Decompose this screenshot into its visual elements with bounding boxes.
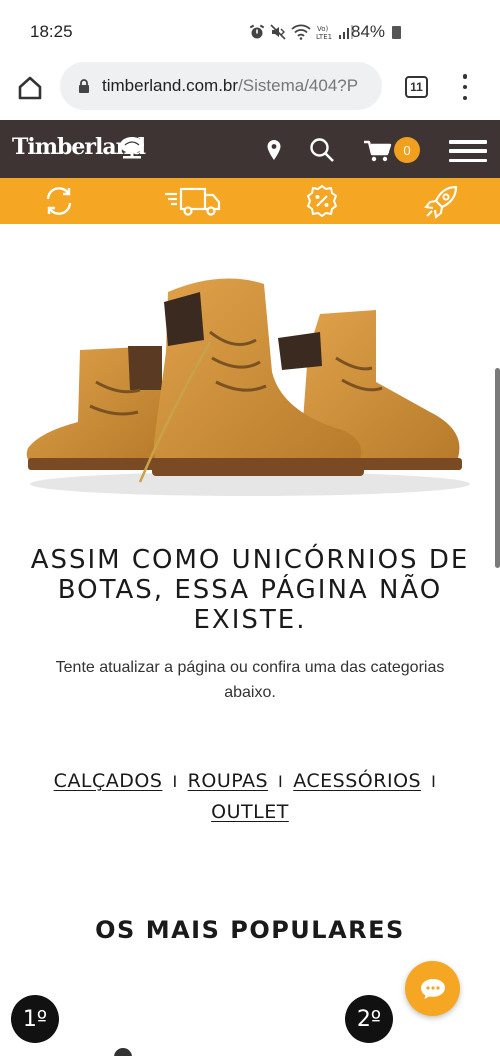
category-separator: I [172, 772, 178, 791]
benefits-bar [0, 178, 500, 224]
category-link-roupas[interactable]: ROUPAS [188, 770, 268, 792]
battery-icon [392, 26, 401, 39]
delivery-truck-icon[interactable] [163, 184, 223, 218]
hamburger-menu-icon[interactable] [449, 140, 487, 162]
not-found-title: ASSIM COMO UNICÓRNIOS DE BOTAS, ESSA PÁG… [30, 545, 470, 635]
tab-switcher-button[interactable]: 11 [405, 76, 428, 98]
location-pin-icon[interactable] [266, 139, 282, 161]
wifi-icon [291, 24, 311, 40]
address-bar[interactable]: timberland.com.br/Sistema/404?P [60, 62, 382, 110]
category-separator: I [431, 772, 437, 791]
not-found-subtitle: Tente atualizar a página ou confira uma … [55, 659, 445, 701]
lock-icon [79, 79, 89, 93]
scrollbar[interactable] [495, 368, 500, 568]
rank-badge-first: 1º [11, 995, 59, 1043]
alarm-icon [249, 24, 265, 39]
battery-percent: 84% [351, 22, 386, 41]
site-header: Timberland 0 [0, 120, 500, 178]
tree-logo-icon [120, 137, 144, 159]
browser-toolbar: timberland.com.br/Sistema/404?P 11 [0, 62, 500, 120]
discount-badge-icon[interactable] [306, 184, 338, 218]
category-separator: I [278, 772, 284, 791]
home-icon[interactable] [16, 74, 44, 102]
status-icons: Vo) LTE1 [249, 24, 353, 40]
status-bar: 18:25 Vo) LTE1 84% [0, 0, 500, 62]
status-time: 18:25 [30, 22, 73, 41]
url-host: timberland.com.br [102, 76, 239, 95]
chat-bubble-icon [420, 978, 445, 999]
search-icon[interactable] [309, 137, 335, 163]
boots-hero-image [26, 278, 470, 496]
category-link-acessorios[interactable]: ACESSÓRIOS [293, 770, 421, 792]
volte-icon: Vo)LTE1 [316, 25, 332, 40]
url-path: /Sistema/404?P [238, 76, 359, 95]
svg-text:LTE1: LTE1 [316, 33, 332, 40]
category-link-calcados[interactable]: CALÇADOS [54, 770, 163, 792]
rocket-icon[interactable] [423, 184, 459, 220]
category-link-outlet[interactable]: OUTLET [211, 801, 289, 823]
category-links: CALÇADOS I ROUPAS I ACESSÓRIOS I OUTLET [20, 766, 480, 827]
overflow-menu-icon[interactable] [458, 74, 472, 100]
cart-icon[interactable] [363, 140, 393, 162]
product-image[interactable] [114, 1048, 132, 1056]
chat-button[interactable] [405, 961, 460, 1016]
rank-badge-second: 2º [345, 995, 393, 1043]
exchange-icon[interactable] [42, 184, 76, 218]
cart-count-badge: 0 [394, 137, 420, 163]
mute-icon [270, 24, 286, 40]
popular-section-title: OS MAIS POPULARES [95, 916, 405, 944]
svg-text:Vo): Vo) [317, 25, 329, 33]
